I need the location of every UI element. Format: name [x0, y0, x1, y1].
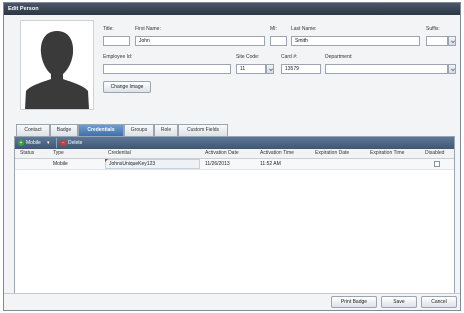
credentials-toolbar: + Mobile ▾ – Delete: [15, 137, 454, 149]
edited-marker-icon: [105, 159, 108, 162]
dialog-footer: Print Badge Save Cancel: [4, 293, 460, 310]
tab-credentials[interactable]: Credentials: [78, 124, 124, 136]
cancel-button[interactable]: Cancel: [421, 296, 457, 308]
mi-label: MI:: [270, 26, 277, 32]
department-label: Department:: [325, 54, 353, 60]
suffix-dropdown-chevron-down-icon[interactable]: [448, 36, 456, 46]
column-header-disabled[interactable]: Disabled: [425, 149, 444, 158]
department-select[interactable]: [325, 64, 448, 74]
site-code-select[interactable]: 11: [236, 64, 266, 74]
first-name-label: First Name:: [135, 26, 161, 32]
plus-circle-icon: +: [18, 139, 24, 146]
table-row[interactable]: Mobile JohnsUniqueKey123 11/26/2013 11:5…: [15, 159, 454, 170]
save-button[interactable]: Save: [381, 296, 417, 308]
tab-contact[interactable]: Contact: [16, 124, 50, 136]
last-name-label: Last Name:: [291, 26, 317, 32]
department-dropdown-chevron-down-icon[interactable]: [448, 64, 456, 74]
tab-custom-fields[interactable]: Custom Fields: [178, 124, 228, 136]
window-title: Edit Person: [4, 3, 460, 15]
title-input[interactable]: [103, 36, 130, 46]
column-header-expiration-date[interactable]: Expiration Date: [315, 149, 349, 158]
toolbar-divider: [56, 138, 57, 148]
column-header-type[interactable]: Type: [53, 149, 64, 158]
employee-id-label: Employee Id:: [103, 54, 133, 60]
tab-badge[interactable]: Badge: [50, 124, 78, 136]
delete-button[interactable]: – Delete: [60, 139, 82, 147]
cell-activation-date: 11/26/2013: [205, 161, 230, 167]
column-header-expiration-time[interactable]: Expiration Time: [370, 149, 404, 158]
credentials-panel: + Mobile ▾ – Delete Status Type Credential…: [14, 136, 455, 296]
person-photo: [20, 20, 94, 110]
title-label: Title:: [103, 26, 114, 32]
minus-circle-icon: –: [60, 139, 66, 146]
print-badge-button[interactable]: Print Badge: [331, 296, 377, 308]
first-name-input[interactable]: John: [135, 36, 265, 46]
cell-activation-time: 11:52 AM: [260, 161, 281, 167]
tab-groups[interactable]: Groups: [124, 124, 154, 136]
card-number-input[interactable]: 13579: [281, 64, 321, 74]
last-name-input[interactable]: Smith: [291, 36, 420, 46]
edit-person-window: Edit Person Title: First Name: MI: Last …: [3, 2, 461, 311]
delete-label: Delete: [68, 140, 83, 146]
column-header-status[interactable]: Status: [20, 149, 34, 158]
suffix-label: Suffix:: [426, 26, 440, 32]
add-mobile-button[interactable]: + Mobile: [18, 139, 41, 147]
disabled-checkbox[interactable]: [434, 161, 440, 167]
employee-id-input[interactable]: [103, 64, 231, 74]
person-silhouette-icon: [21, 21, 93, 109]
card-number-label: Card #:: [281, 54, 298, 60]
column-header-credential[interactable]: Credential: [108, 149, 131, 158]
add-mobile-label: Mobile: [26, 140, 41, 146]
site-code-dropdown-chevron-down-icon[interactable]: [266, 64, 274, 74]
mi-input[interactable]: [270, 36, 287, 46]
site-code-label: Site Code:: [236, 54, 260, 60]
suffix-select[interactable]: [426, 36, 448, 46]
tab-role[interactable]: Role: [154, 124, 178, 136]
cell-credential[interactable]: JohnsUniqueKey123: [105, 159, 200, 169]
cell-type: Mobile: [53, 161, 68, 167]
change-image-button[interactable]: Change Image: [103, 81, 151, 93]
column-header-activation-date[interactable]: Activation Date: [205, 149, 239, 158]
column-header-activation-time[interactable]: Activation Time: [260, 149, 294, 158]
mobile-dropdown-chevron-down-icon[interactable]: ▾: [47, 139, 50, 147]
grid-header: Status Type Credential Activation Date A…: [15, 149, 454, 159]
